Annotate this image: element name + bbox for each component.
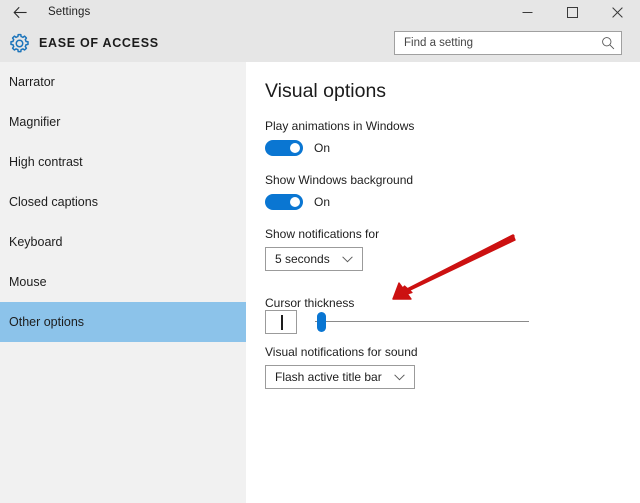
visual-notifications-dropdown[interactable]: Flash active title bar <box>265 365 415 389</box>
sidebar-item-closed-captions[interactable]: Closed captions <box>0 182 246 222</box>
slider-thumb[interactable] <box>317 312 326 332</box>
show-background-toggle[interactable] <box>265 194 303 210</box>
sidebar-item-label: Mouse <box>9 275 47 289</box>
chevron-down-glyph <box>393 373 405 380</box>
play-animations-label: Play animations in Windows <box>265 119 415 133</box>
visual-notifications-label: Visual notifications for sound <box>265 345 418 359</box>
sidebar-item-narrator[interactable]: Narrator <box>0 62 246 102</box>
cursor-preview-bar <box>281 315 283 330</box>
sidebar-item-label: Closed captions <box>9 195 98 209</box>
sidebar-item-high-contrast[interactable]: High contrast <box>0 142 246 182</box>
search-input[interactable] <box>395 32 599 54</box>
sidebar: Narrator Magnifier High contrast Closed … <box>0 62 246 503</box>
chevron-down-glyph <box>341 255 353 262</box>
search-box[interactable] <box>394 31 622 55</box>
sidebar-item-mouse[interactable]: Mouse <box>0 262 246 302</box>
chevron-down-icon <box>341 255 353 263</box>
maximize-glyph <box>567 6 578 18</box>
play-animations-state: On <box>314 141 331 155</box>
gear-glyph <box>10 33 29 53</box>
back-arrow-glyph <box>12 6 27 18</box>
minimize-glyph <box>522 11 533 13</box>
close-icon[interactable] <box>595 0 640 24</box>
toggle-knob <box>290 197 300 207</box>
sidebar-item-label: Other options <box>9 315 85 329</box>
cursor-thickness-preview <box>265 310 297 334</box>
play-animations-toggle[interactable] <box>265 140 303 156</box>
window-title: Settings <box>48 6 91 18</box>
notifications-duration-label: Show notifications for <box>265 227 380 241</box>
window-controls <box>505 0 640 24</box>
content-pane: Visual options Play animations in Window… <box>246 62 640 503</box>
notifications-duration-dropdown[interactable]: 5 seconds <box>265 247 363 271</box>
sidebar-item-label: Keyboard <box>9 235 63 249</box>
title-bar: Settings <box>0 0 640 24</box>
sidebar-item-label: Magnifier <box>9 115 61 129</box>
visual-notifications-value: Flash active title bar <box>275 370 382 384</box>
gear-icon <box>9 33 30 54</box>
close-glyph <box>612 6 623 18</box>
settings-window: Settings EASE OF ACCESS Find a setting N… <box>0 0 640 503</box>
cursor-thickness-slider[interactable] <box>315 310 529 334</box>
page-title-ease-of-access: EASE OF ACCESS <box>39 36 159 50</box>
sidebar-item-other-options[interactable]: Other options <box>0 302 246 342</box>
maximize-icon[interactable] <box>550 0 595 24</box>
search-icon[interactable] <box>599 36 621 50</box>
show-background-label: Show Windows background <box>265 173 414 187</box>
page-header: EASE OF ACCESS <box>0 24 640 62</box>
slider-track[interactable] <box>315 321 529 322</box>
cursor-thickness-label: Cursor thickness <box>265 296 355 310</box>
sidebar-item-label: Narrator <box>9 75 55 89</box>
play-animations-toggle-row[interactable]: On <box>265 140 330 156</box>
back-arrow-icon[interactable] <box>0 0 40 24</box>
visual-options-title: Visual options <box>265 80 387 102</box>
sidebar-item-magnifier[interactable]: Magnifier <box>0 102 246 142</box>
toggle-knob <box>290 143 300 153</box>
show-background-toggle-row[interactable]: On <box>265 194 330 210</box>
sidebar-item-label: High contrast <box>9 155 83 169</box>
chevron-down-icon <box>393 373 405 381</box>
sidebar-item-keyboard[interactable]: Keyboard <box>0 222 246 262</box>
show-background-state: On <box>314 195 331 209</box>
notifications-duration-value: 5 seconds <box>275 252 330 266</box>
minimize-icon[interactable] <box>505 0 550 24</box>
search-glyph <box>602 37 615 50</box>
